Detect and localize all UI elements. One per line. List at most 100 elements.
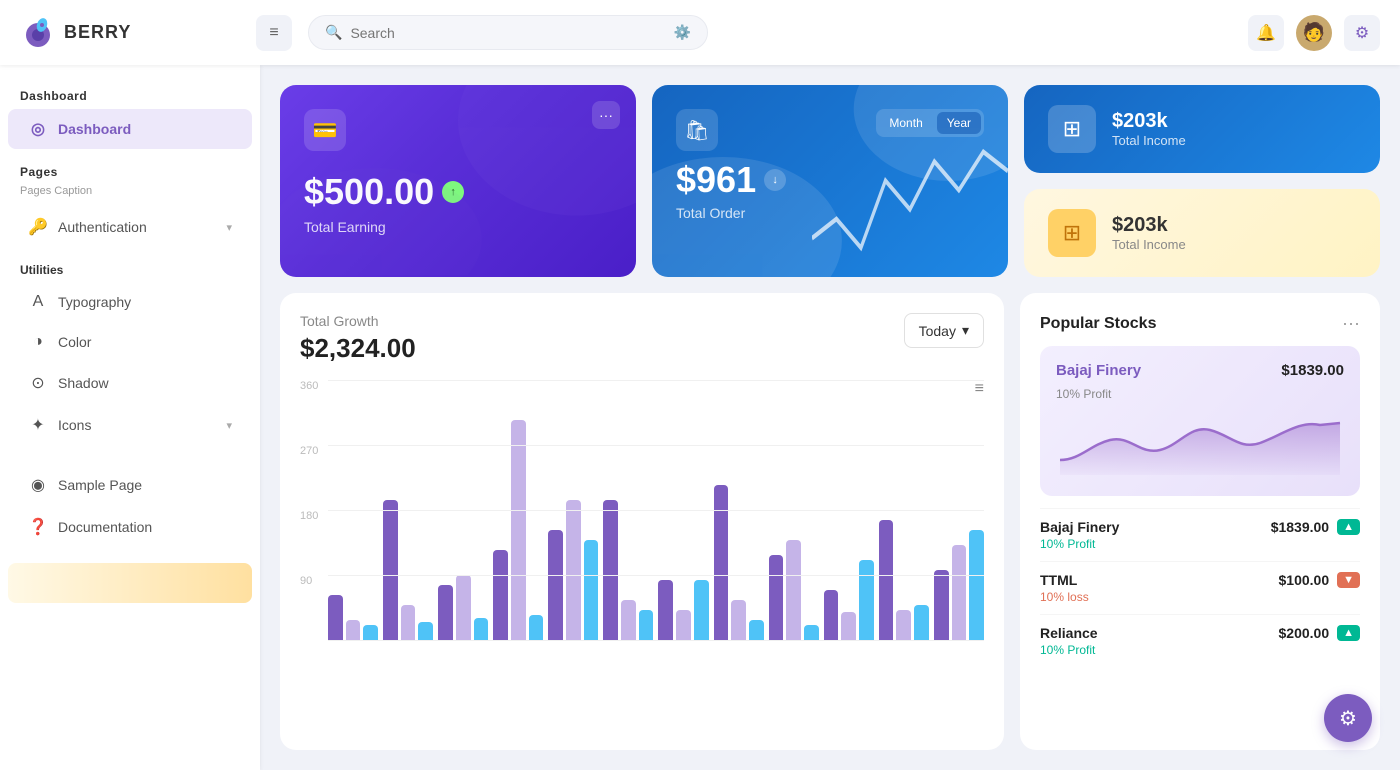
berry-logo-icon	[20, 15, 56, 51]
bar-purple	[658, 580, 673, 640]
bar-group-9	[769, 540, 819, 640]
bar-light	[621, 600, 636, 640]
bar-blue	[639, 610, 654, 640]
bar-group-6	[603, 500, 653, 640]
stock-row-reliance: Reliance 10% Profit $200.00 ▲	[1040, 614, 1360, 667]
bar-light	[456, 575, 471, 640]
chart-bars	[328, 380, 984, 640]
right-income-cards: ⊞ $203k Total Income ⊞ $203k Total Incom…	[1024, 85, 1380, 277]
bar-blue	[749, 620, 764, 640]
bar-purple	[824, 590, 839, 640]
bar-blue	[363, 625, 378, 640]
sidebar-item-typography[interactable]: A Typography	[8, 283, 252, 321]
bar-purple	[603, 500, 618, 640]
bar-group-12	[934, 530, 984, 640]
stock-name-reliance: Reliance	[1040, 625, 1098, 641]
growth-chart-area: ≡ 360 270 180 90	[300, 380, 984, 730]
sidebar-color-label: Color	[58, 334, 232, 350]
sidebar-sample-label: Sample Page	[58, 477, 232, 493]
growth-chart-card: Total Growth $2,324.00 Today ▾ ≡ 360 2	[280, 293, 1004, 750]
bar-blue	[969, 530, 984, 640]
bar-group-5	[548, 500, 598, 640]
bar-purple	[438, 585, 453, 640]
growth-info: Total Growth $2,324.00	[300, 313, 416, 364]
sidebar-typography-label: Typography	[58, 294, 232, 310]
sidebar-doc-label: Documentation	[58, 519, 232, 535]
bar-group-8	[714, 485, 764, 640]
bar-group-10	[824, 560, 874, 640]
stock-row-ttml: TTML 10% loss $100.00 ▼	[1040, 561, 1360, 614]
top-cards-row: 💳 $500.00 ↑ Total Earning ··· 🛍 Month	[280, 85, 1380, 277]
search-input[interactable]	[350, 25, 665, 41]
settings-button[interactable]: ⚙	[1344, 15, 1380, 51]
search-bar: 🔍 ⚙️	[308, 15, 708, 50]
bar-light	[676, 610, 691, 640]
sidebar-item-icons[interactable]: ✦ Icons ▾	[8, 405, 252, 445]
stock-price-reliance: $200.00	[1279, 625, 1330, 641]
bar-purple	[934, 570, 949, 640]
settings-icon: ⚙	[1355, 23, 1369, 43]
income-yellow-amount: $203k	[1112, 214, 1186, 237]
bar-group-2	[383, 500, 433, 640]
chart-y-axis: 360 270 180 90	[300, 380, 328, 640]
bar-blue	[694, 580, 709, 640]
earning-card: 💳 $500.00 ↑ Total Earning ···	[280, 85, 636, 277]
stocks-menu-button[interactable]: ···	[1342, 313, 1360, 334]
reliance-trend-icon: ▲	[1337, 625, 1360, 641]
bajaj-header: Bajaj Finery $1839.00	[1056, 362, 1344, 379]
sidebar-shadow-label: Shadow	[58, 375, 232, 391]
today-filter-button[interactable]: Today ▾	[904, 313, 984, 348]
bar-blue	[914, 605, 929, 640]
icons-nav-icon: ✦	[28, 415, 48, 435]
sidebar-item-dashboard[interactable]: ◎ Dashboard	[8, 109, 252, 149]
stock-list: Bajaj Finery 10% Profit $1839.00 ▲ TTML …	[1040, 508, 1360, 667]
pages-section-title: Pages	[0, 157, 260, 183]
documentation-icon: ❓	[28, 517, 48, 537]
bar-blue	[529, 615, 544, 640]
sidebar-item-shadow[interactable]: ⊙ Shadow	[8, 363, 252, 403]
income-blue-info: $203k Total Income	[1112, 110, 1186, 148]
growth-header: Total Growth $2,324.00 Today ▾	[300, 313, 984, 364]
avatar[interactable]: 🧑	[1296, 15, 1332, 51]
bajaj-profit: 10% Profit	[1056, 387, 1344, 401]
bajaj-name: Bajaj Finery	[1056, 362, 1141, 379]
sidebar-item-authentication[interactable]: 🔑 Authentication ▾	[8, 207, 252, 247]
y-label-360: 360	[300, 380, 320, 392]
bar-light	[511, 420, 526, 640]
avatar-image: 🧑	[1303, 22, 1325, 43]
header-right: 🔔 🧑 ⚙	[1248, 15, 1380, 51]
notification-button[interactable]: 🔔	[1248, 15, 1284, 51]
shadow-icon: ⊙	[28, 373, 48, 393]
income-blue-amount: $203k	[1112, 110, 1186, 133]
bar-purple	[383, 500, 398, 640]
search-icon: 🔍	[325, 24, 342, 41]
earning-label: Total Earning	[304, 219, 612, 235]
header: BERRY ≡ 🔍 ⚙️ 🔔 🧑 ⚙	[0, 0, 1400, 65]
sidebar-promo-banner	[8, 563, 252, 603]
fab-icon: ⚙	[1339, 706, 1357, 731]
stocks-title: Popular Stocks	[1040, 315, 1156, 333]
earning-menu-button[interactable]: ···	[592, 101, 620, 129]
stock-right-reliance: $200.00 ▲	[1279, 625, 1361, 641]
income-yellow-icon: ⊞	[1048, 209, 1096, 257]
sidebar-item-color[interactable]: ◑ Color	[8, 323, 252, 361]
utilities-section-title: Utilities	[0, 249, 260, 281]
sidebar: Dashboard ◎ Dashboard Pages Pages Captio…	[0, 65, 260, 770]
hamburger-button[interactable]: ≡	[256, 15, 292, 51]
sidebar-item-documentation[interactable]: ❓ Documentation	[8, 507, 252, 547]
bar-light	[896, 610, 911, 640]
notification-icon: 🔔	[1256, 23, 1276, 43]
stock-row-bajaj: Bajaj Finery 10% Profit $1839.00 ▲	[1040, 508, 1360, 561]
icons-chevron-icon: ▾	[226, 419, 232, 432]
bar-blue	[859, 560, 874, 640]
fab-button[interactable]: ⚙	[1324, 694, 1372, 742]
bar-group-7	[658, 580, 708, 640]
sidebar-auth-label: Authentication	[58, 219, 216, 235]
filter-button[interactable]: ⚙️	[674, 24, 691, 41]
sidebar-item-sample-page[interactable]: ◉ Sample Page	[8, 465, 252, 505]
bajaj-featured-chart: Bajaj Finery $1839.00 10% Profit	[1040, 346, 1360, 496]
logo-text: BERRY	[64, 22, 131, 43]
bar-group-4	[493, 420, 543, 640]
sample-page-icon: ◉	[28, 475, 48, 495]
bajaj-price: $1839.00	[1281, 362, 1344, 379]
